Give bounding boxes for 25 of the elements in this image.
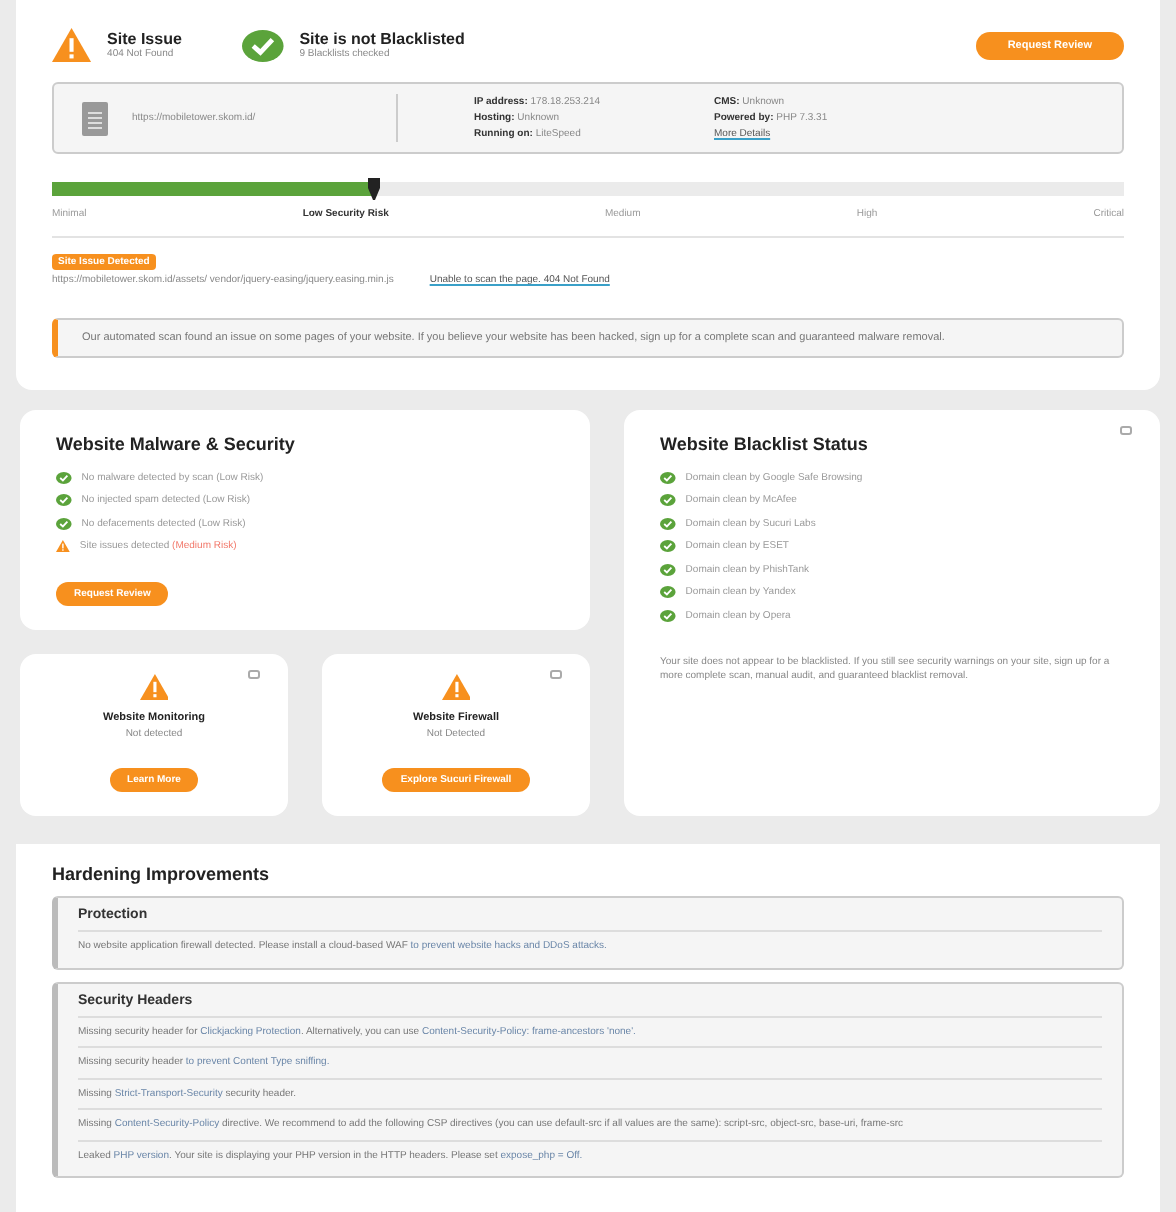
check-icon: [56, 517, 72, 530]
status-title: Site Issue: [107, 30, 182, 48]
pin-icon: [367, 178, 380, 200]
check-icon: [56, 494, 72, 507]
check-icon: [660, 540, 676, 553]
section-heading: Hardening Improvements: [52, 864, 272, 884]
check-icon: [660, 563, 676, 576]
status-title: Site is not Blacklisted: [299, 30, 465, 48]
card-title: Website Malware & Security: [56, 434, 297, 454]
warning-icon: [52, 28, 92, 62]
check-icon: [660, 471, 676, 484]
card-title: Website Blacklist Status: [660, 434, 870, 454]
check-icon: [660, 586, 676, 599]
check-icon: [660, 517, 676, 530]
check-icon: [241, 29, 284, 61]
bubble-icon[interactable]: [550, 670, 562, 680]
check-icon: [56, 471, 72, 484]
document-icon: [82, 101, 108, 135]
bubble-icon[interactable]: [248, 670, 260, 680]
warning-icon: [56, 540, 70, 553]
check-icon: [660, 609, 676, 622]
warning-icon: [139, 674, 169, 700]
warning-icon: [441, 674, 471, 700]
bubble-icon[interactable]: [1120, 426, 1132, 436]
check-icon: [660, 494, 676, 507]
